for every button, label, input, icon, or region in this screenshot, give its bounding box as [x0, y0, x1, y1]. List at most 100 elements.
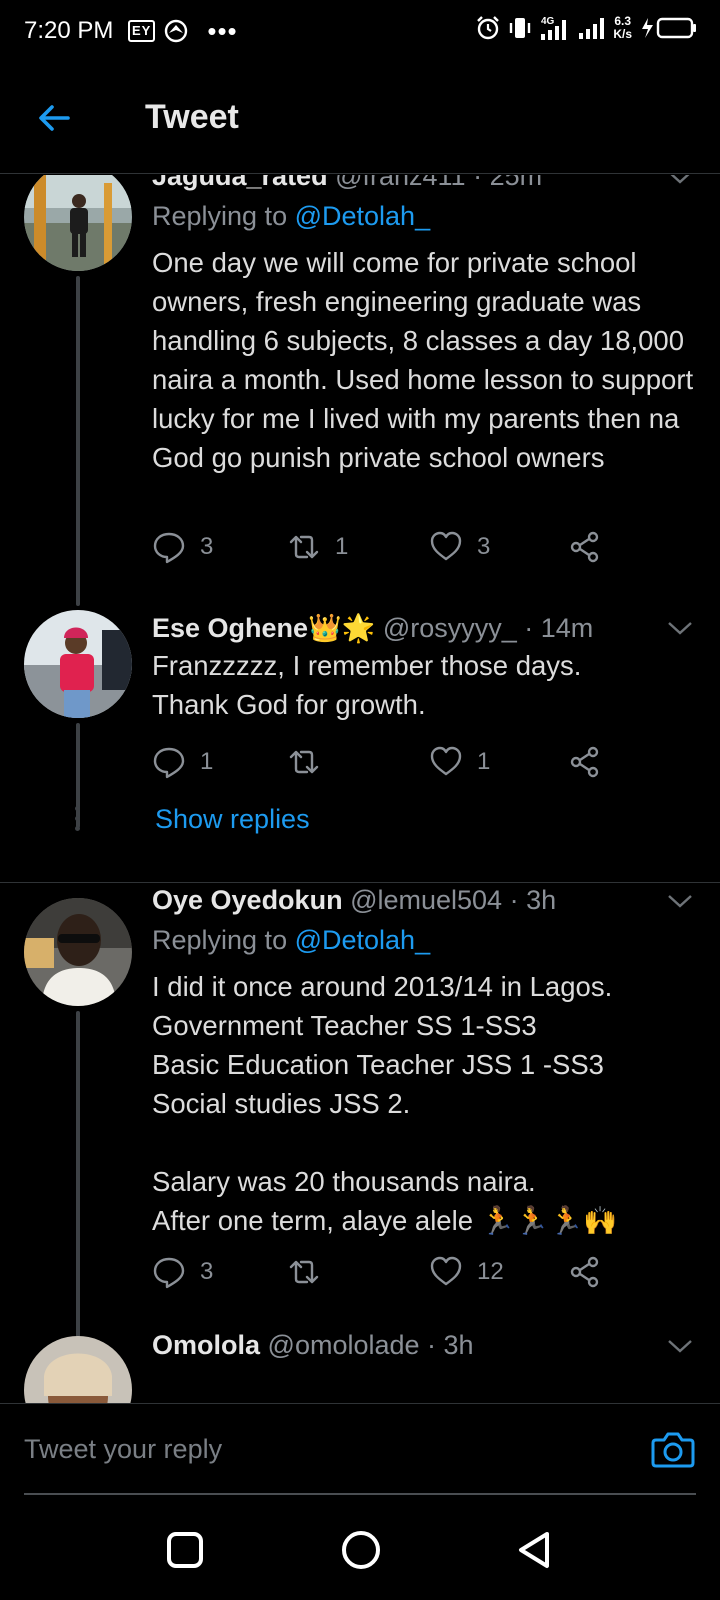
reply-button[interactable]: 3: [152, 1252, 213, 1292]
speech-bubble-icon: [153, 747, 185, 779]
chevron-down-icon[interactable]: [666, 1336, 694, 1356]
share-button[interactable]: [568, 742, 602, 782]
like-count: 12: [477, 1258, 504, 1285]
tweet-time: · 25m: [465, 175, 543, 191]
heart-icon: [430, 746, 462, 776]
retweet-count: 1: [335, 533, 349, 560]
bird-app-icon: [165, 19, 188, 43]
display-name[interactable]: Oye Oyedokun: [152, 885, 343, 915]
more-notifications-indicator: •••: [207, 16, 238, 46]
tweet-actions: 3 12: [152, 1252, 622, 1292]
show-replies-link[interactable]: Show replies: [155, 804, 310, 835]
avatar[interactable]: [24, 175, 132, 271]
retweet-button[interactable]: [287, 1252, 335, 1292]
circle-home-icon[interactable]: [339, 1528, 383, 1572]
reply-count: 3: [200, 1258, 214, 1285]
tweet-header[interactable]: Jaguda_rated @franz411 · 25m: [152, 175, 542, 192]
ey-app-icon: EY: [128, 20, 156, 42]
alarm-icon: [477, 16, 500, 40]
chevron-down-icon[interactable]: [666, 618, 694, 638]
mention-link[interactable]: @Detolah_: [295, 925, 431, 955]
reply-button[interactable]: 1: [152, 742, 213, 782]
vibrate-icon: [510, 18, 531, 38]
user-handle[interactable]: @franz411: [335, 175, 465, 191]
arrow-left-icon[interactable]: [34, 98, 74, 138]
chevron-down-icon[interactable]: [666, 175, 694, 187]
reply-button[interactable]: 3: [152, 527, 213, 567]
speech-bubble-icon: [153, 532, 185, 564]
thread-connector: [76, 276, 80, 606]
display-name[interactable]: Omolola: [152, 1330, 260, 1360]
camera-icon[interactable]: [650, 1426, 696, 1472]
tweet-actions: 1 1: [152, 742, 622, 782]
share-button[interactable]: [568, 1252, 602, 1292]
like-button[interactable]: 3: [429, 527, 490, 567]
heart-icon: [430, 531, 462, 561]
reply-count: 3: [200, 533, 214, 560]
share-icon: [570, 531, 599, 563]
square-recents-icon[interactable]: [163, 1528, 207, 1572]
reply-input[interactable]: [24, 1426, 614, 1472]
tweet-text: I did it once around 2013/14 in Lagos. G…: [152, 971, 618, 1236]
tweet-screen: 7:20 PM EY ••• 4G 6.3 K/s Tweet Jaguda_r…: [0, 0, 720, 1600]
input-underline: [24, 1493, 696, 1495]
tweet-time: · 3h: [419, 1330, 474, 1360]
thread-connector: [76, 1011, 80, 1346]
signal-4g-icon: 4G: [541, 16, 567, 40]
mention-link[interactable]: @Detolah_: [295, 201, 431, 231]
like-count: 3: [477, 533, 491, 560]
like-count: 1: [477, 748, 491, 775]
user-handle[interactable]: @lemuel504: [350, 885, 502, 915]
retweet-icon: [289, 1260, 319, 1284]
tweet-header[interactable]: Ese Oghene👑🌟 @rosyyyy_ · 14m: [152, 612, 593, 644]
thread-collapsed-dots: [75, 806, 81, 836]
avatar[interactable]: [24, 1336, 132, 1403]
tweet-time: · 14m: [516, 613, 594, 643]
tweet-header[interactable]: Oye Oyedokun @lemuel504 · 3h: [152, 885, 556, 916]
display-name[interactable]: Ese Oghene: [152, 613, 308, 643]
reply-composer: [0, 1403, 720, 1498]
avatar[interactable]: [24, 898, 132, 1006]
retweet-button[interactable]: [287, 742, 335, 782]
retweet-icon: [289, 535, 319, 559]
tweet-card[interactable]: Oye Oyedokun @lemuel504 · 3h Replying to…: [0, 883, 720, 1353]
tweet-card[interactable]: Omolola @omololade · 3h: [0, 1328, 720, 1403]
share-button[interactable]: [568, 527, 602, 567]
avatar[interactable]: [24, 610, 132, 718]
speech-bubble-icon: [153, 1257, 185, 1289]
retweet-button[interactable]: 1: [287, 527, 348, 567]
page-title: Tweet: [145, 98, 239, 136]
tweet-actions: 3 1 3: [152, 527, 622, 567]
name-emoji: 👑🌟: [308, 613, 376, 643]
tweet-thread[interactable]: Jaguda_rated @franz411 · 25m Replying to…: [0, 175, 720, 1403]
display-name[interactable]: Jaguda_rated: [152, 175, 328, 191]
tweet-card[interactable]: Jaguda_rated @franz411 · 25m Replying to…: [0, 175, 720, 615]
status-left-icons: EY •••: [128, 16, 238, 46]
signal-strength-icon: [579, 18, 605, 39]
tweet-time: · 3h: [502, 885, 557, 915]
system-nav-bar: [0, 1500, 720, 1600]
reply-count: 1: [200, 748, 214, 775]
replying-to: Replying to @Detolah_: [152, 201, 431, 231]
network-speed: 6.3 K/s: [613, 14, 632, 41]
tweet-text: One day we will come for private school …: [152, 247, 701, 473]
status-bar: 7:20 PM EY ••• 4G 6.3 K/s: [0, 0, 720, 64]
retweet-icon: [289, 750, 319, 774]
tweet-text: Franzzzzz, I remember those days. Thank …: [152, 650, 582, 720]
svg-text:4G: 4G: [541, 16, 555, 27]
user-handle[interactable]: @rosyyyy_: [383, 613, 517, 643]
share-icon: [570, 746, 599, 778]
status-time: 7:20 PM: [24, 17, 114, 44]
tweet-header[interactable]: Omolola @omololade · 3h: [152, 1330, 474, 1361]
top-app-bar: Tweet: [0, 64, 720, 174]
user-handle[interactable]: @omololade: [268, 1330, 420, 1360]
like-button[interactable]: 12: [429, 1252, 504, 1292]
replying-to: Replying to @Detolah_: [152, 925, 431, 955]
tweet-card[interactable]: Ese Oghene👑🌟 @rosyyyy_ · 14m Franzzzzz, …: [0, 610, 720, 865]
like-button[interactable]: 1: [429, 742, 490, 782]
share-icon: [570, 1256, 599, 1288]
triangle-back-icon[interactable]: [513, 1528, 557, 1572]
chevron-down-icon[interactable]: [666, 891, 694, 911]
status-right-icons: 4G 6.3 K/s: [475, 14, 698, 42]
heart-icon: [430, 1256, 462, 1286]
